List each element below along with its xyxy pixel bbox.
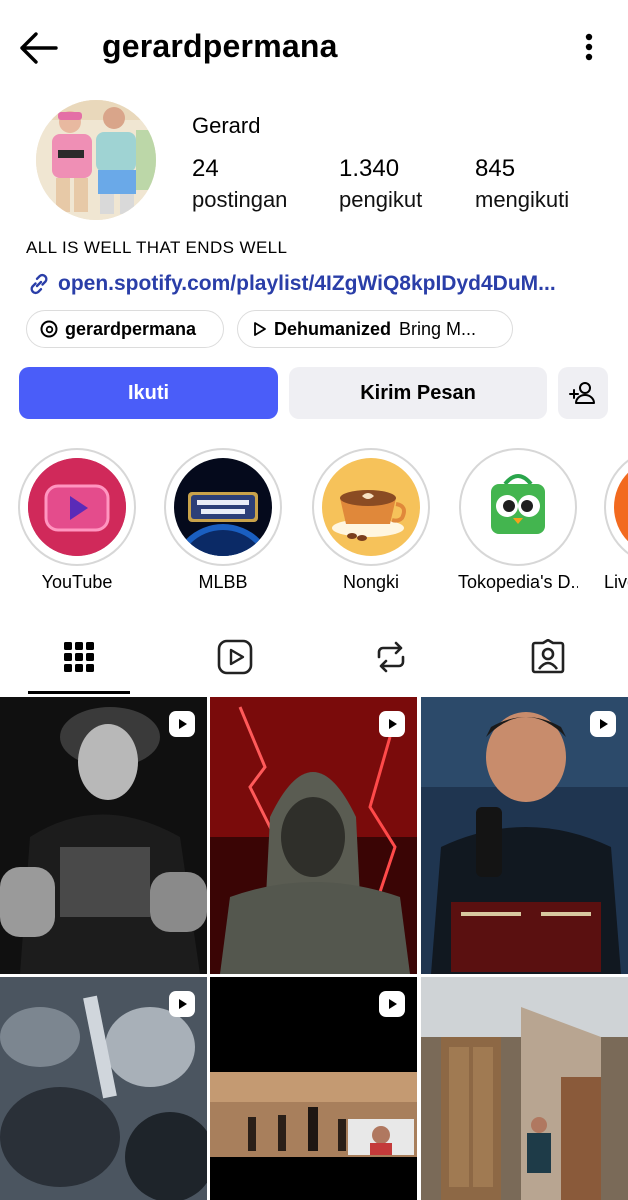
post-thumbnail[interactable] [210,977,417,1200]
tab-reposts[interactable] [361,632,421,682]
highlight-ring [459,448,577,566]
stat-posts-label: postingan [192,187,288,212]
tab-reels[interactable] [205,632,265,682]
tab-posts-grid[interactable] [49,632,109,682]
music-chip[interactable]: Dehumanized Bring M... [237,310,513,348]
link-icon [30,273,48,295]
avatar[interactable] [36,100,156,220]
post-thumbnail[interactable] [421,697,628,974]
reel-play-icon [389,999,397,1009]
stat-posts[interactable]: 24 postingan [192,154,287,216]
bio-link-text: open.spotify.com/playlist/4IZgWiQ8kpIDyd… [58,272,556,295]
follow-button[interactable]: Ikuti [19,367,278,419]
threads-chip[interactable]: gerardpermana [26,310,224,348]
stat-followers[interactable]: 1.340 pengikut [339,154,422,216]
tokopedia-highlight-icon [469,458,567,556]
profile-username: gerardpermana [102,28,338,64]
more-options-button[interactable] [574,26,604,70]
bio-link[interactable]: open.spotify.com/playlist/4IZgWiQ8kpIDyd… [26,268,616,300]
reel-badge [590,711,616,737]
grid-icon [64,642,94,672]
bio-text: ALL IS WELL THAT ENDS WELL [26,238,288,257]
reel-play-icon [389,719,397,729]
post-thumbnail[interactable] [421,977,628,1200]
highlight-label: Nongki [342,572,400,592]
suggest-user-button[interactable] [558,367,608,419]
highlight-label: YouTube [41,572,113,592]
post-image [421,697,628,974]
mlbb-highlight-icon [174,458,272,556]
reel-play-icon [600,719,608,729]
reel-badge [379,991,405,1017]
highlight-label: Live [604,572,628,592]
highlight-mlbb[interactable]: MLBB [163,448,283,593]
stat-following-label: mengikuti [475,187,570,212]
highlight-tokopedia[interactable]: Tokopedia's D... [458,448,578,593]
threads-icon [40,320,58,338]
post-image [421,977,628,1200]
message-button[interactable]: Kirim Pesan [289,367,547,419]
reel-badge [169,711,195,737]
reel-play-icon [179,999,187,1009]
stat-followers-label: pengikut [339,187,423,212]
post-image [0,697,207,974]
post-thumbnail[interactable] [0,977,207,1200]
highlight-ring-partial [604,448,628,566]
highlight-live[interactable]: Live [604,448,628,593]
tab-tagged[interactable] [518,632,578,682]
highlight-youtube[interactable]: YouTube [17,448,137,593]
add-person-icon [569,382,595,404]
top-bar: gerardpermana [0,0,628,96]
reel-badge [379,711,405,737]
highlight-ring [312,448,430,566]
threads-handle: gerardpermana [65,318,197,339]
highlight-label: MLBB [198,572,248,592]
reel-play-icon [179,719,187,729]
posts-grid [0,697,628,1200]
coffee-highlight-icon [322,458,420,556]
stat-following-count: 845 [475,155,516,182]
post-image [210,697,417,974]
stat-following[interactable]: 845 mengikuti [475,154,569,216]
highlight-nongki[interactable]: Nongki [311,448,431,593]
youtube-highlight-icon [28,458,126,556]
display-name: Gerard [192,113,261,138]
reels-icon [217,639,253,675]
highlight-ring [18,448,136,566]
active-tab-indicator [28,691,130,694]
post-thumbnail[interactable] [210,697,417,974]
repost-icon [377,641,405,673]
more-vertical-icon [585,33,593,61]
music-artist: Bring M... [399,318,477,339]
music-title: Dehumanized [274,318,392,339]
avatar-illustration [36,100,156,220]
back-button[interactable] [16,28,60,68]
stat-followers-count: 1.340 [339,155,400,182]
highlight-ring [164,448,282,566]
play-icon [254,322,266,336]
tagged-icon [531,639,565,674]
arrow-left-icon [20,32,58,64]
stat-posts-count: 24 [192,155,219,182]
highlight-label: Tokopedia's D... [458,572,578,592]
post-thumbnail[interactable] [0,697,207,974]
reel-badge [169,991,195,1017]
